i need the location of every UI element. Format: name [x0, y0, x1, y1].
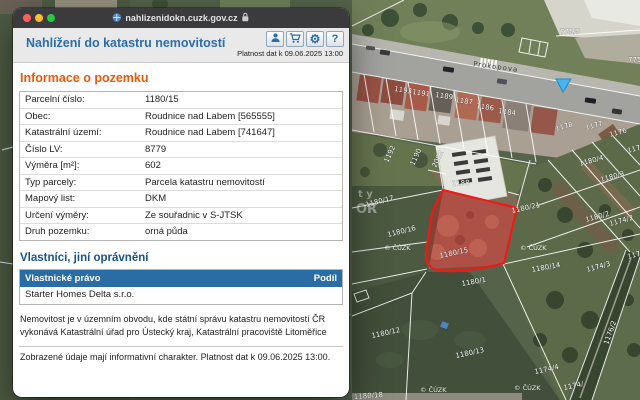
table-row: Druh pozemku:orná půda	[20, 224, 342, 240]
row-value: DKM	[145, 193, 166, 204]
row-value: Ze souřadnic v S-JTSK	[145, 210, 243, 221]
row-value: Roudnice nad Labem [565555]	[145, 111, 275, 122]
row-value: orná půda	[145, 226, 188, 237]
row-value: Roudnice nad Labem [741647]	[145, 127, 275, 138]
row-label: Obec:	[25, 111, 145, 122]
user-icon	[270, 32, 281, 46]
header-toolbar: ⚙ ?	[266, 31, 344, 47]
table-row: Parcelní číslo:1180/15	[20, 92, 342, 109]
section-heading-owners: Vlastníci, jiní oprávnění	[20, 252, 343, 264]
disclaimer-note: Zobrazené údaje mají informativní charak…	[20, 352, 342, 362]
svg-text:775/: 775/	[628, 56, 640, 64]
svg-text:775/5: 775/5	[560, 28, 580, 36]
svg-text:1188: 1188	[452, 179, 470, 188]
zoom-window-button[interactable]	[47, 14, 55, 22]
owners-col-right: Vlastnické právo	[25, 273, 101, 284]
minimize-window-button[interactable]	[35, 14, 43, 22]
cart-icon	[289, 32, 301, 47]
table-row: Mapový list:DKM	[20, 191, 342, 208]
section-heading-parcel-info: Informace o pozemku	[20, 71, 343, 85]
row-label: Výměra [m²]:	[25, 160, 145, 171]
table-row: Typ parcely:Parcela katastru nemovitostí	[20, 175, 342, 192]
table-row: Určení výměry:Ze souřadnic v S-JTSK	[20, 208, 342, 225]
cuzk-watermark: © ČÚZK	[514, 383, 541, 392]
page-title: Nahlížení do katastru nemovitostí	[26, 36, 225, 50]
svg-text:1180/18: 1180/18	[354, 391, 384, 400]
owners-table: Vlastnické právo Podíl Starter Homes Del…	[19, 269, 343, 305]
user-account-button[interactable]	[266, 31, 284, 47]
cuzk-watermark: © ČÚZK	[384, 243, 411, 252]
table-row: Výměra [m²]:602	[20, 158, 342, 175]
address-bar[interactable]: nahlizenidokn.cuzk.gov.cz	[112, 12, 249, 24]
question-icon: ?	[332, 34, 339, 45]
url-text: nahlizenidokn.cuzk.gov.cz	[125, 13, 237, 23]
app-header: Nahlížení do katastru nemovitostí ⚙ ? Pl…	[13, 28, 349, 63]
row-label: Určení výměry:	[25, 210, 145, 221]
lock-icon	[242, 12, 250, 24]
help-button[interactable]: ?	[326, 31, 344, 47]
row-label: Druh pozemku:	[25, 226, 145, 237]
owners-col-share: Podíl	[314, 273, 337, 284]
owner-row: Starter Homes Delta s.r.o.	[20, 287, 342, 304]
table-row: Katastrální území:Roudnice nad Labem [74…	[20, 125, 342, 142]
row-label: Katastrální území:	[25, 127, 145, 138]
parcel-info-table: Parcelní číslo:1180/15 Obec:Roudnice nad…	[19, 91, 343, 241]
settings-button[interactable]: ⚙	[306, 31, 324, 47]
photo-watermark-fragment: OR	[356, 202, 377, 217]
row-value: Parcela katastru nemovitostí	[145, 177, 265, 188]
owners-table-header: Vlastnické právo Podíl	[20, 270, 342, 287]
row-label: Číslo LV:	[25, 144, 145, 155]
photo-watermark-fragment: t y	[358, 189, 373, 200]
close-window-button[interactable]	[23, 14, 31, 22]
browser-window: nahlizenidokn.cuzk.gov.cz Nahlížení do k…	[13, 8, 349, 397]
table-row: Obec:Roudnice nad Labem [565555]	[20, 109, 342, 126]
data-validity: Platnost dat k 09.06.2025 13:00	[237, 49, 343, 58]
row-label: Parcelní číslo:	[25, 94, 145, 105]
cuzk-watermark: © ČÚZK	[420, 385, 447, 394]
cuzk-watermark: © ČÚZK	[520, 243, 547, 252]
row-value: 602	[145, 160, 161, 171]
site-favicon	[112, 13, 121, 24]
row-label: Typ parcely:	[25, 177, 145, 188]
row-label: Mapový list:	[25, 193, 145, 204]
jurisdiction-note: Nemovitost je v územním obvodu, kde stát…	[20, 313, 342, 340]
table-row: Číslo LV:8779	[20, 142, 342, 159]
page-content: Informace o pozemku Parcelní číslo:1180/…	[13, 63, 349, 362]
cart-button[interactable]	[286, 31, 304, 47]
window-titlebar[interactable]: nahlizenidokn.cuzk.gov.cz	[13, 8, 349, 28]
row-value: 1180/15	[145, 94, 179, 105]
gear-icon: ⚙	[310, 33, 321, 45]
divider	[19, 346, 343, 347]
row-value: 8779	[145, 144, 166, 155]
